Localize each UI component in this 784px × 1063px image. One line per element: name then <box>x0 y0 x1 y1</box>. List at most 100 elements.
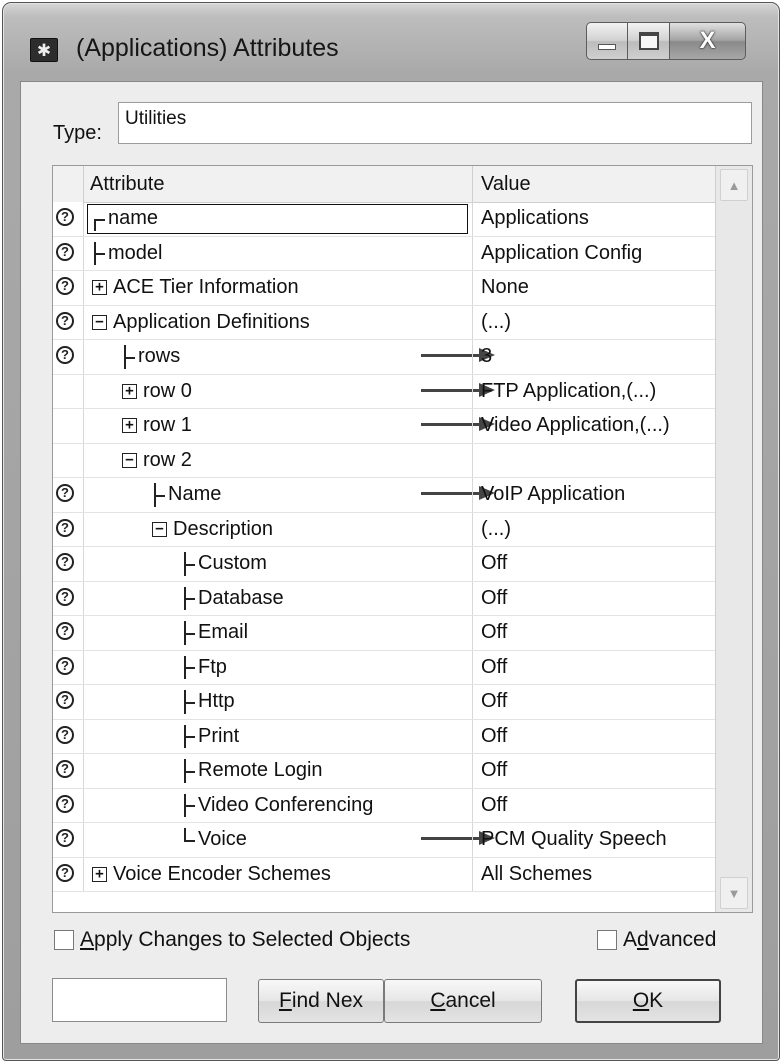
scroll-up-icon[interactable]: ▲ <box>720 169 748 201</box>
value-cell[interactable]: Application Config <box>472 236 716 270</box>
value-cell[interactable]: All Schemes <box>472 857 716 891</box>
attribute-row[interactable]: ? Database Off <box>53 581 716 616</box>
attribute-cell[interactable]: Database <box>84 582 472 616</box>
attribute-row[interactable]: ? name Applications <box>53 202 716 237</box>
help-icon[interactable]: ? <box>56 553 74 571</box>
help-icon[interactable]: ? <box>56 794 74 813</box>
expand-icon[interactable]: + <box>92 280 107 296</box>
attribute-row[interactable]: ? model Application Config <box>53 236 716 271</box>
value-cell[interactable]: (...) <box>472 512 716 546</box>
attribute-row[interactable]: ? Name VoIP Application <box>53 478 716 513</box>
help-icon[interactable]: ? <box>56 725 74 744</box>
ok-button[interactable]: OK <box>575 979 721 1023</box>
attribute-cell[interactable]: Video Conferencing <box>84 789 472 823</box>
type-field[interactable]: Utilities <box>118 102 752 144</box>
help-icon[interactable]: ? <box>56 760 74 778</box>
value-cell[interactable]: Off <box>472 650 716 684</box>
column-separator[interactable] <box>472 166 473 202</box>
scroll-down-icon[interactable]: ▼ <box>720 877 748 909</box>
value-cell[interactable]: Off <box>472 754 716 788</box>
attribute-cell[interactable]: rows <box>84 340 495 374</box>
expand-icon[interactable]: + <box>122 418 137 434</box>
value-cell[interactable]: (...) <box>472 305 716 339</box>
attribute-row[interactable]: ? Ftp Off <box>53 650 716 685</box>
help-icon[interactable]: ? <box>56 242 74 261</box>
help-icon[interactable]: ? <box>56 587 74 606</box>
attribute-row[interactable]: + row 0 FTP Application,(...) <box>53 374 716 409</box>
find-input[interactable] <box>52 978 227 1022</box>
advanced-checkbox[interactable] <box>597 930 617 950</box>
value-cell[interactable]: Off <box>472 788 716 822</box>
attribute-cell[interactable]: Http <box>84 685 472 719</box>
attribute-cell[interactable]: Print <box>84 720 472 754</box>
attribute-row[interactable]: ? rows 3 <box>53 340 716 375</box>
attribute-cell[interactable]: Voice <box>84 823 495 857</box>
attribute-row[interactable]: ? + ACE Tier Information None <box>53 271 716 306</box>
help-icon[interactable]: ? <box>56 656 74 675</box>
help-icon[interactable]: ? <box>56 863 74 882</box>
attribute-row[interactable]: ? Email Off <box>53 616 716 651</box>
attribute-cell[interactable]: Remote Login <box>84 754 472 788</box>
column-header-attribute[interactable]: Attribute <box>90 173 164 196</box>
help-icon[interactable]: ? <box>56 346 74 364</box>
collapse-icon[interactable]: − <box>122 452 137 468</box>
attribute-row[interactable]: + row 1 Video Application,(...) <box>53 409 716 444</box>
help-icon[interactable]: ? <box>56 208 74 226</box>
attribute-cell[interactable]: name <box>84 202 472 236</box>
collapse-icon[interactable]: − <box>92 314 107 330</box>
value-cell[interactable]: FTP Application,(...) <box>472 374 716 408</box>
attribute-cell[interactable]: Ftp <box>84 651 472 685</box>
value-cell[interactable]: 3 <box>472 340 716 374</box>
attribute-cell[interactable]: + row 1 <box>84 409 495 443</box>
help-icon[interactable]: ? <box>56 829 74 847</box>
value-cell[interactable]: Off <box>472 685 716 719</box>
title-bar[interactable]: ✱ (Applications) Attributes X <box>3 3 779 81</box>
attribute-row[interactable]: ? Remote Login Off <box>53 754 716 789</box>
attribute-row[interactable]: − row 2 <box>53 443 716 478</box>
collapse-icon[interactable]: − <box>152 521 167 537</box>
value-cell[interactable] <box>472 443 716 477</box>
attribute-row[interactable]: ? Custom Off <box>53 547 716 582</box>
attribute-cell[interactable]: + ACE Tier Information <box>84 271 472 305</box>
value-cell[interactable]: Off <box>472 547 716 581</box>
expand-icon[interactable]: + <box>92 866 107 882</box>
help-icon[interactable]: ? <box>56 691 74 709</box>
vertical-scrollbar[interactable]: ▲ ▼ <box>715 166 752 912</box>
find-next-button[interactable]: Find Nex <box>258 979 384 1023</box>
value-cell[interactable]: None <box>472 271 716 305</box>
attribute-row[interactable]: ? − Description (...) <box>53 512 716 547</box>
attribute-row[interactable]: ? Video Conferencing Off <box>53 788 716 823</box>
attribute-cell[interactable]: − row 2 <box>84 444 472 478</box>
help-icon[interactable]: ? <box>56 622 74 640</box>
attribute-cell[interactable]: + Voice Encoder Schemes <box>84 858 472 892</box>
help-icon[interactable]: ? <box>56 277 74 295</box>
help-icon[interactable]: ? <box>56 518 74 537</box>
attribute-row[interactable]: ? + Voice Encoder Schemes All Schemes <box>53 857 716 892</box>
attribute-cell[interactable]: Email <box>84 616 472 650</box>
apply-changes-option[interactable]: Apply Changes to Selected Objects <box>54 928 410 952</box>
column-header-value[interactable]: Value <box>481 173 531 196</box>
help-icon[interactable]: ? <box>56 311 74 330</box>
value-cell[interactable]: Off <box>472 616 716 650</box>
attribute-row[interactable]: ? Http Off <box>53 685 716 720</box>
attribute-cell[interactable]: Name <box>84 478 495 512</box>
help-icon[interactable]: ? <box>56 484 74 502</box>
attribute-row[interactable]: ? − Application Definitions (...) <box>53 305 716 340</box>
value-cell[interactable]: PCM Quality Speech <box>472 823 716 857</box>
maximize-button[interactable] <box>628 22 670 60</box>
value-cell[interactable]: Applications <box>472 202 716 236</box>
attribute-cell[interactable]: − Application Definitions <box>84 306 472 340</box>
value-cell[interactable]: Off <box>472 719 716 753</box>
value-cell[interactable]: Video Application,(...) <box>472 409 716 443</box>
attribute-cell[interactable]: + row 0 <box>84 375 495 409</box>
value-cell[interactable]: VoIP Application <box>472 478 716 512</box>
cancel-button[interactable]: Cancel <box>384 979 542 1023</box>
attribute-grid[interactable]: Attribute Value ? name Applications? model A… <box>52 165 753 913</box>
attribute-cell[interactable]: Custom <box>84 547 472 581</box>
advanced-option[interactable]: Advanced <box>597 928 716 952</box>
close-button[interactable]: X <box>670 22 746 60</box>
minimize-button[interactable] <box>586 22 628 60</box>
expand-icon[interactable]: + <box>122 383 137 399</box>
attribute-cell[interactable]: model <box>84 237 472 271</box>
attribute-row[interactable]: ? Voice PCM Quality Speech <box>53 823 716 858</box>
